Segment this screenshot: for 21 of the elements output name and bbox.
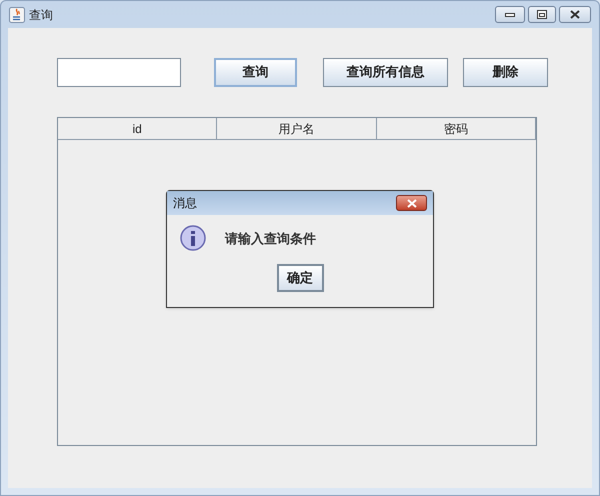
maximize-icon bbox=[537, 10, 547, 19]
search-field[interactable] bbox=[57, 58, 181, 86]
close-button[interactable] bbox=[559, 6, 591, 23]
toolbar-button[interactable]: 查询 bbox=[214, 58, 297, 86]
dialog-close-button[interactable] bbox=[396, 195, 427, 211]
maximize-button[interactable] bbox=[528, 6, 556, 23]
ok-button[interactable]: 确定 bbox=[276, 264, 324, 292]
window-title: 查询 bbox=[29, 6, 53, 24]
message-text: 请输入查询条件 bbox=[225, 230, 316, 248]
app-icon bbox=[9, 6, 25, 22]
column-header[interactable]: 密码 bbox=[376, 118, 536, 140]
toolbar-button[interactable]: 删除 bbox=[463, 58, 548, 86]
column-header[interactable]: id bbox=[58, 118, 218, 140]
info-icon bbox=[180, 225, 208, 253]
minimize-icon bbox=[505, 12, 515, 16]
minimize-button[interactable] bbox=[495, 6, 525, 23]
close-icon bbox=[406, 198, 418, 208]
column-header[interactable]: 用户名 bbox=[217, 118, 377, 140]
toolbar-button[interactable]: 查询所有信息 bbox=[323, 58, 448, 86]
dialog-title: 消息 bbox=[173, 195, 197, 212]
close-icon bbox=[569, 10, 581, 19]
